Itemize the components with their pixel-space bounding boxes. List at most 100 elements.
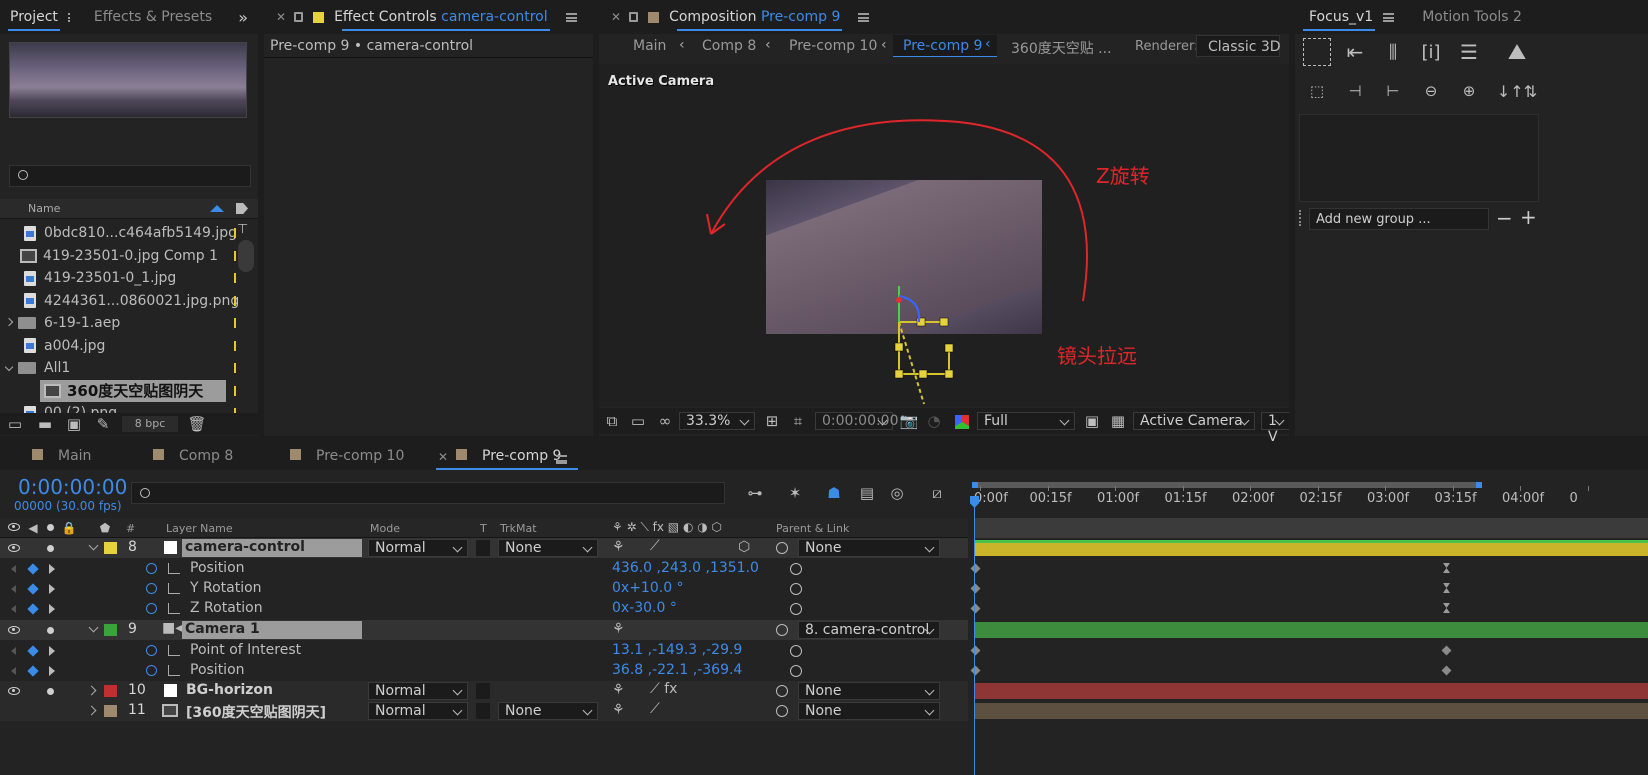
mode-dropdown[interactable]: Normal — [368, 539, 468, 557]
graph-icon[interactable] — [168, 645, 180, 656]
prop-value[interactable]: 0x+10.0 ° — [612, 580, 684, 596]
quality-switch-icon[interactable]: ⟋ fx — [650, 681, 677, 697]
arrow-left-icon[interactable]: ⇤ — [1341, 38, 1369, 66]
mode-dropdown[interactable]: Normal — [368, 682, 468, 700]
menu-icon[interactable] — [67, 12, 70, 22]
parent-dropdown[interactable]: None — [798, 682, 940, 700]
tab-focus[interactable]: Focus_v1 — [1295, 9, 1383, 31]
stopwatch-icon[interactable] — [146, 665, 157, 676]
shy-switch-icon[interactable]: ⚘ — [612, 702, 625, 718]
stopwatch-icon[interactable] — [146, 563, 157, 574]
menu-icon[interactable] — [565, 12, 577, 22]
graph-icon[interactable] — [168, 603, 180, 614]
mode-dropdown[interactable]: Normal — [368, 702, 468, 720]
interpret-footage-icon[interactable]: ▭ — [6, 415, 24, 433]
keyframe-toggle-icon[interactable] — [27, 665, 39, 677]
layer-row-360-sky[interactable]: 11 [360度天空贴图阴天] Normal None ⚘ ⟋ None — [0, 701, 968, 721]
hold-keyframe[interactable] — [1443, 563, 1450, 573]
mountain-icon[interactable]: ⛰ — [1495, 38, 1539, 66]
layer-row-camera-control[interactable]: 8 camera-control Normal None ⚘ ⟋ ⬡ None — [0, 538, 968, 558]
menu-icon[interactable] — [556, 455, 567, 464]
time-graph[interactable]: 0:00f 00:15f 01:00f 01:15f 02:00f 02:15f 03:00… — [968, 478, 1648, 775]
add-layer-icon[interactable]: ⊕ — [1455, 78, 1483, 104]
add-group-input[interactable]: Add new group ... — [1309, 208, 1489, 230]
graph-icon[interactable] — [168, 563, 180, 574]
region-icon[interactable]: ▣ — [1083, 412, 1101, 430]
align-center-icon[interactable]: ⫼ — [1379, 38, 1407, 66]
expand-prop-icon[interactable] — [49, 646, 55, 656]
prop-value[interactable]: 36.8 ,-22.1 ,-369.4 — [612, 662, 742, 678]
prop-row-z-rotation[interactable]: Z Rotation 0x-30.0 ° — [0, 599, 968, 619]
prop-row-camera-position[interactable]: Position 36.8 ,-22.1 ,-369.4 — [0, 661, 968, 681]
solo-dot[interactable] — [47, 545, 54, 552]
prop-value[interactable]: 436.0 ,243.0 ,1351.0 — [612, 560, 759, 576]
expression-pickwhip-icon[interactable] — [790, 665, 802, 677]
layer-bar-camera-1[interactable] — [974, 622, 1648, 638]
menu-icon[interactable] — [1383, 12, 1395, 22]
tab-comp8[interactable]: Comp 8 — [179, 448, 233, 464]
graph-editor-icon[interactable]: ⧄ — [926, 482, 948, 504]
tab-motion-tools[interactable]: Motion Tools 2 — [1412, 9, 1532, 25]
project-item[interactable]: 0bdc810...c464afb5149.jpg — [0, 222, 240, 244]
tab-precomp10[interactable]: Pre-comp 10 — [316, 448, 404, 464]
solo-icon[interactable] — [47, 524, 54, 531]
region-of-interest-icon[interactable]: ⌗ — [789, 412, 807, 430]
preserve-transparency-box[interactable] — [476, 703, 490, 719]
label-color-swatch[interactable] — [104, 542, 117, 554]
layer-bar-360-sky[interactable] — [974, 703, 1648, 719]
current-time[interactable]: 0:00:00:00 — [18, 475, 127, 499]
keyframe-diamond[interactable] — [970, 563, 981, 574]
current-time-field[interactable]: 0:00:00:00 — [815, 412, 899, 430]
add-group-button[interactable]: + — [1520, 205, 1537, 229]
tab-main[interactable]: Main — [58, 448, 91, 464]
expand-prop-icon[interactable] — [49, 564, 55, 574]
close-icon[interactable]: ✕ — [611, 10, 621, 24]
expand-prop-icon[interactable] — [49, 584, 55, 594]
quality-switch-icon[interactable]: ⟋ — [650, 538, 660, 554]
prop-row-y-rotation[interactable]: Y Rotation 0x+10.0 ° — [0, 579, 968, 599]
eye-icon[interactable] — [8, 544, 20, 552]
graph-icon[interactable] — [168, 583, 180, 594]
project-scrollbar[interactable] — [238, 240, 254, 272]
keyframe-diamond[interactable] — [1441, 665, 1452, 676]
eye-icon[interactable] — [8, 626, 20, 634]
shy-switch-icon[interactable]: ⚘ — [612, 621, 625, 637]
solo-dot[interactable] — [47, 688, 54, 695]
collapsed-chevron-icon[interactable] — [4, 317, 14, 327]
view-dropdown[interactable]: Active Camera — [1133, 412, 1255, 430]
stopwatch-icon[interactable] — [146, 645, 157, 656]
time-ruler[interactable]: 0:00f 00:15f 01:00f 01:15f 02:00f 02:15f 03:00… — [968, 478, 1648, 514]
frame-blending-icon[interactable]: ▤ — [856, 482, 878, 504]
video-toggle-icon[interactable] — [8, 523, 20, 531]
monitor-icon[interactable]: ▭ — [629, 412, 647, 430]
show-snapshot-icon[interactable]: ◔ — [925, 412, 943, 430]
hold-keyframe[interactable] — [1443, 603, 1450, 613]
flowchart-icon[interactable]: ⊤ — [237, 223, 253, 237]
label-color-swatch[interactable] — [104, 705, 117, 717]
expand-prop-icon[interactable] — [49, 666, 55, 676]
keyframe-toggle-icon[interactable] — [27, 603, 39, 615]
keyframe-toggle-icon[interactable] — [27, 563, 39, 575]
tab-project[interactable]: Project — [0, 9, 68, 31]
keyframe-toggle-icon[interactable] — [27, 583, 39, 595]
select-frame-icon[interactable] — [1303, 38, 1331, 66]
project-item[interactable]: 419-23501-0_1.jpg — [0, 267, 240, 289]
sort-arrows-icon[interactable]: ↓↑⇅ — [1493, 78, 1541, 104]
stopwatch-icon[interactable] — [146, 583, 157, 594]
anchor-icon[interactable]: [i] — [1417, 38, 1445, 66]
expand-chevron-icon[interactable] — [88, 622, 99, 633]
preserve-transparency-box[interactable] — [476, 540, 490, 556]
layer-name-field[interactable]: Camera 1 — [182, 621, 362, 639]
align-left-icon[interactable]: ⊣ — [1341, 78, 1369, 104]
composition-viewer[interactable]: Active Camera Z旋转 镜头拉远 — [599, 64, 1289, 406]
trkmat-dropdown[interactable]: None — [498, 702, 598, 720]
breadcrumb-precomp9-active[interactable]: Pre-comp 9 ‹ — [893, 35, 997, 57]
expression-pickwhip-icon[interactable] — [790, 645, 802, 657]
playhead[interactable] — [974, 498, 975, 775]
preserve-transparency-box[interactable] — [476, 683, 490, 699]
pickwhip-icon[interactable] — [776, 705, 788, 717]
solo-dot[interactable] — [47, 627, 54, 634]
layer-row-bg-horizon[interactable]: 10 BG-horizon Normal ⚘ ⟋ fx None — [0, 681, 968, 701]
hold-keyframe[interactable] — [1443, 583, 1450, 593]
layer-row-camera-1[interactable]: 9 ■◀ Camera 1 ⚘ 8. camera-control — [0, 620, 968, 640]
